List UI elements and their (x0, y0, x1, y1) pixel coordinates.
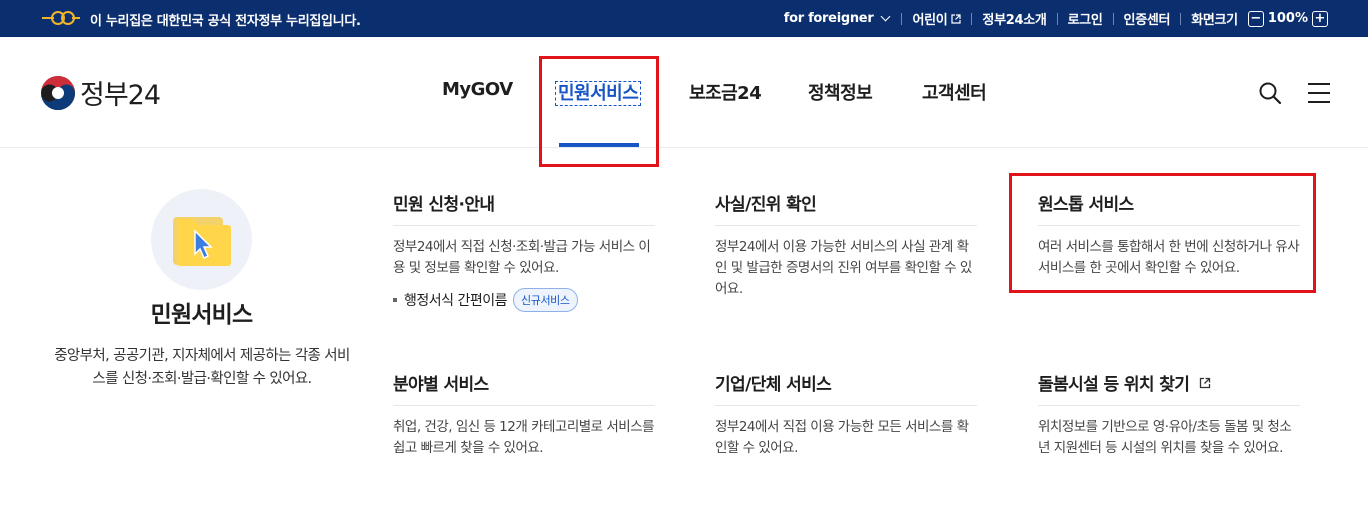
card-title-link[interactable]: 사실/진위 확인 (715, 190, 977, 226)
card-description: 정부24에서 직접 이용 가능한 모든 서비스를 확인할 수 있어요. (715, 419, 969, 456)
search-icon[interactable] (1258, 81, 1282, 105)
gov-banner: 이 누리집은 대한민국 공식 전자정부 누리집입니다. for foreigne… (0, 0, 1368, 37)
kids-link[interactable]: 어린이 (912, 9, 962, 28)
site-header: 정부24 MyGOV 민원서비스 보조금24 정책정보 고객센터 (0, 37, 1368, 148)
card-title-link[interactable]: 분야별 서비스 (393, 370, 655, 406)
for-foreigner-dropdown[interactable]: for foreigner (784, 11, 892, 26)
card-description: 정부24에서 이용 가능한 서비스의 사실 관계 확인 및 발급한 증명서의 진… (715, 239, 972, 297)
divider (971, 12, 973, 25)
form-shortcut-label: 행정서식 간편이름 (404, 293, 508, 309)
card-description: 정부24에서 직접 신청·조회·발급 가능 서비스 이용 및 정보를 확인할 수… (393, 239, 651, 276)
card-onestop: 원스톱 서비스 여러 서비스를 통합해서 한 번에 신청하거나 유사 서비스를 … (1038, 190, 1300, 279)
card-title-label: 돌봄시설 등 위치 찾기 (1038, 375, 1190, 395)
active-tab-indicator (559, 143, 639, 147)
card-description: 취업, 건강, 임신 등 12개 카테고리별로 서비스를 쉽고 빠르게 찾을 수… (393, 419, 655, 456)
card-care-location: 돌봄시설 등 위치 찾기 위치정보를 기반으로 영·유아/초등 돌봄 및 청소년… (1038, 370, 1300, 459)
login-link[interactable]: 로그인 (1068, 9, 1103, 28)
form-shortcut-link[interactable]: 행정서식 간편이름 신규서비스 (393, 288, 655, 312)
intro-title: 민원서비스 (150, 302, 254, 328)
font-size-label: 화면크기 (1191, 13, 1238, 28)
for-foreigner-label: for foreigner (783, 11, 874, 26)
card-title-link[interactable]: 민원 신청·안내 (393, 190, 655, 226)
external-link-icon (951, 13, 962, 24)
nav-customer-center[interactable]: 고객센터 (922, 79, 987, 105)
card-business-service: 기업/단체 서비스 정부24에서 직접 이용 가능한 모든 서비스를 확인할 수… (715, 370, 977, 459)
card-category-service: 분야별 서비스 취업, 건강, 임신 등 12개 카테고리별로 서비스를 쉽고 … (393, 370, 655, 459)
main-nav: MyGOV 민원서비스 보조금24 정책정보 고객센터 (0, 37, 1368, 148)
divider (1056, 12, 1058, 25)
divider (1180, 12, 1182, 25)
bullet-icon (393, 298, 397, 302)
gov-emblem-icon (42, 11, 80, 25)
hamburger-menu-icon[interactable] (1307, 82, 1331, 104)
official-notice: 이 누리집은 대한민국 공식 전자정부 누리집입니다. (90, 14, 361, 29)
kids-label: 어린이 (912, 13, 948, 28)
intro-description: 중앙부처, 공공기관, 지자체에서 제공하는 각종 서비스를 신청·조회·발급·… (54, 348, 350, 387)
zoom-value: 100% (1267, 11, 1308, 26)
card-title-link[interactable]: 원스톱 서비스 (1038, 190, 1300, 226)
nav-policy-info[interactable]: 정책정보 (808, 79, 873, 105)
zoom-in-button[interactable]: + (1312, 10, 1328, 27)
zoom-out-button[interactable]: − (1247, 10, 1264, 27)
divider (901, 12, 903, 25)
card-civil-apply: 민원 신청·안내 정부24에서 직접 신청·조회·발급 가능 서비스 이용 및 … (393, 190, 655, 312)
external-link-icon (1200, 377, 1211, 388)
card-description: 위치정보를 기반으로 영·유아/초등 돌봄 및 청소년 지원센터 등 시설의 위… (1038, 419, 1292, 456)
card-title-link[interactable]: 기업/단체 서비스 (715, 370, 977, 406)
chevron-down-icon (880, 11, 891, 22)
divider (1112, 12, 1114, 25)
intro-icon-bg (151, 189, 252, 290)
cert-center-link[interactable]: 인증센터 (1124, 9, 1171, 28)
new-service-badge[interactable]: 신규서비스 (513, 288, 578, 312)
card-title-link[interactable]: 돌봄시설 등 위치 찾기 (1038, 370, 1300, 406)
nav-mygov[interactable]: MyGOV (442, 79, 513, 100)
nav-civil-service[interactable]: 민원서비스 (554, 79, 642, 106)
folder-cursor-icon (173, 217, 231, 266)
nav-subsidy24[interactable]: 보조금24 (689, 79, 762, 105)
utility-nav: for foreigner 어린이 정부24소개 로그인 인증센터 화면크기 −… (784, 0, 1332, 37)
nav-civil-service-label: 민원서비스 (554, 81, 642, 106)
card-description: 여러 서비스를 통합해서 한 번에 신청하거나 유사 서비스를 한 곳에서 확인… (1038, 239, 1300, 276)
about-link[interactable]: 정부24소개 (982, 9, 1046, 28)
card-fact-verify: 사실/진위 확인 정부24에서 이용 가능한 서비스의 사실 관계 확인 및 발… (715, 190, 977, 300)
